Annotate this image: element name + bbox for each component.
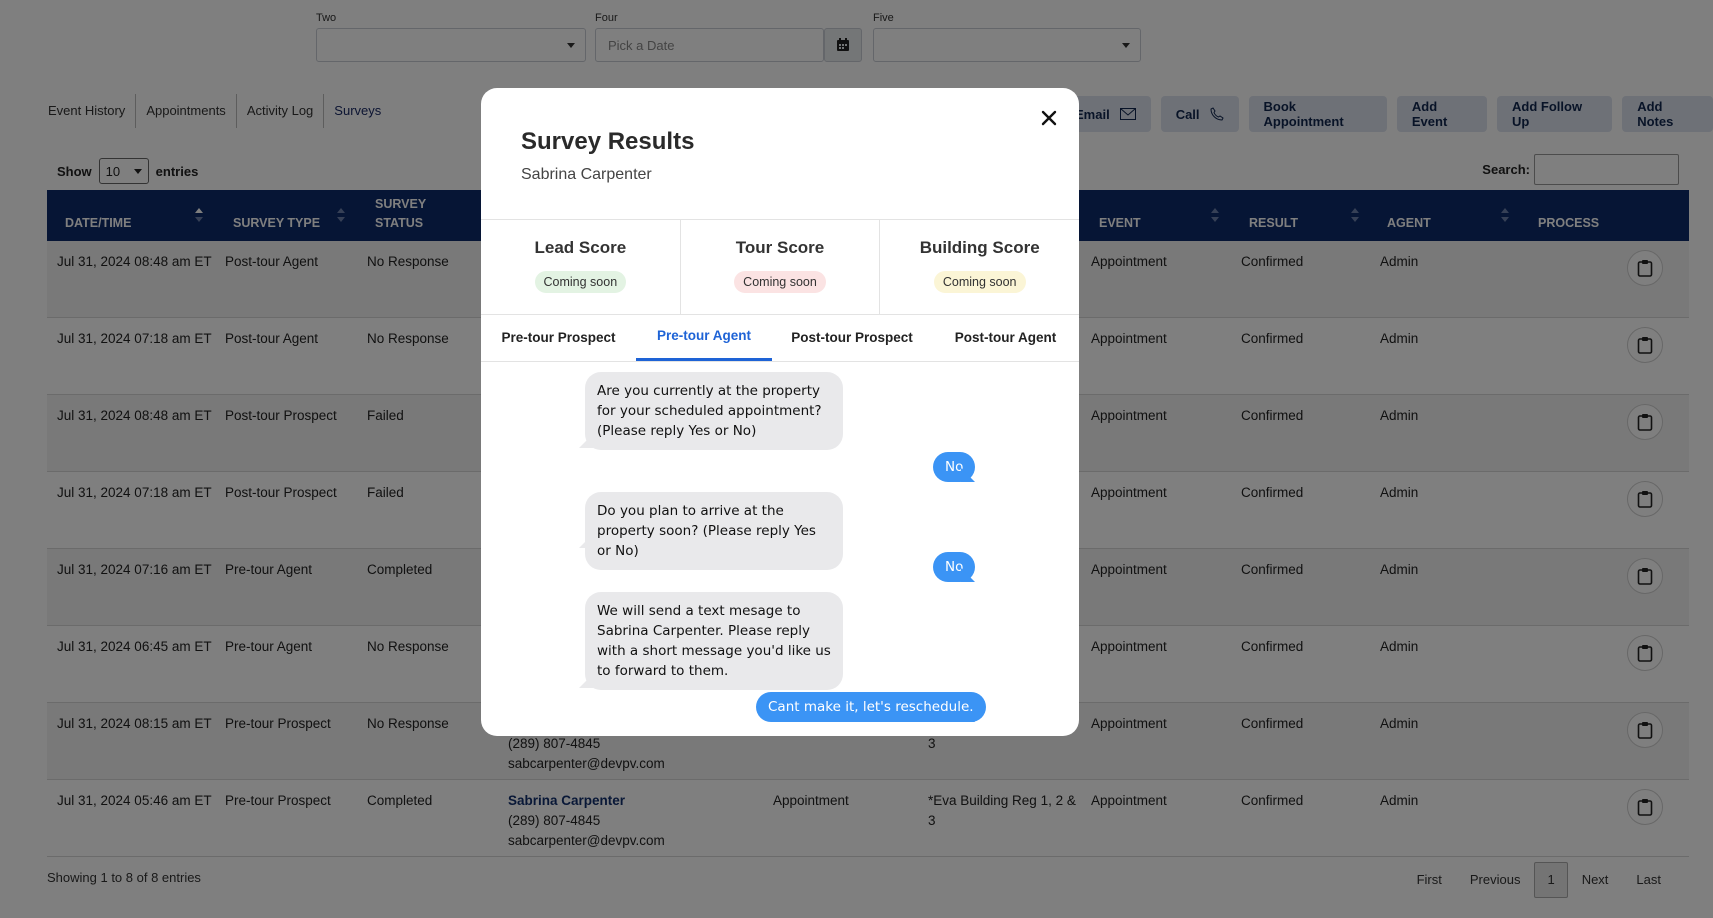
tour-score-label: Tour Score <box>735 238 825 257</box>
tab-pre-tour-agent[interactable]: Pre-tour Agent <box>636 315 772 361</box>
chat-transcript: Are you currently at the property for yo… <box>481 362 1079 736</box>
building-score-badge: Coming soon <box>933 271 1026 293</box>
score-panel: Lead Score Coming soon Tour Score Coming… <box>481 219 1079 315</box>
modal-subtitle: Sabrina Carpenter <box>521 166 652 183</box>
survey-results-modal: Survey Results Sabrina Carpenter Lead Sc… <box>481 88 1079 736</box>
message-bubble-incoming: We will send a text mesage to Sabrina Ca… <box>585 592 843 690</box>
message-bubble-incoming: Are you currently at the property for yo… <box>585 372 843 450</box>
tab-post-tour-prospect[interactable]: Post-tour Prospect <box>772 315 932 361</box>
message-bubble-outgoing: Cant make it, let's reschedule. <box>756 692 986 722</box>
lead-score-card: Lead Score Coming soon <box>481 220 681 314</box>
lead-score-badge: Coming soon <box>534 271 627 293</box>
tour-score-card: Tour Score Coming soon <box>681 220 881 314</box>
tour-score-badge: Coming soon <box>734 271 826 293</box>
survey-tabs: Pre-tour Prospect Pre-tour Agent Post-to… <box>481 315 1079 362</box>
message-bubble-incoming: Do you plan to arrive at the property so… <box>585 492 843 570</box>
modal-title: Survey Results <box>521 128 695 155</box>
tab-post-tour-agent[interactable]: Post-tour Agent <box>932 315 1079 361</box>
lead-score-label: Lead Score <box>534 238 627 257</box>
close-button[interactable] <box>1037 106 1061 130</box>
building-score-label: Building Score <box>919 238 1040 257</box>
building-score-card: Building Score Coming soon <box>880 220 1079 314</box>
tab-pre-tour-prospect[interactable]: Pre-tour Prospect <box>481 315 636 361</box>
close-icon <box>1041 110 1057 126</box>
